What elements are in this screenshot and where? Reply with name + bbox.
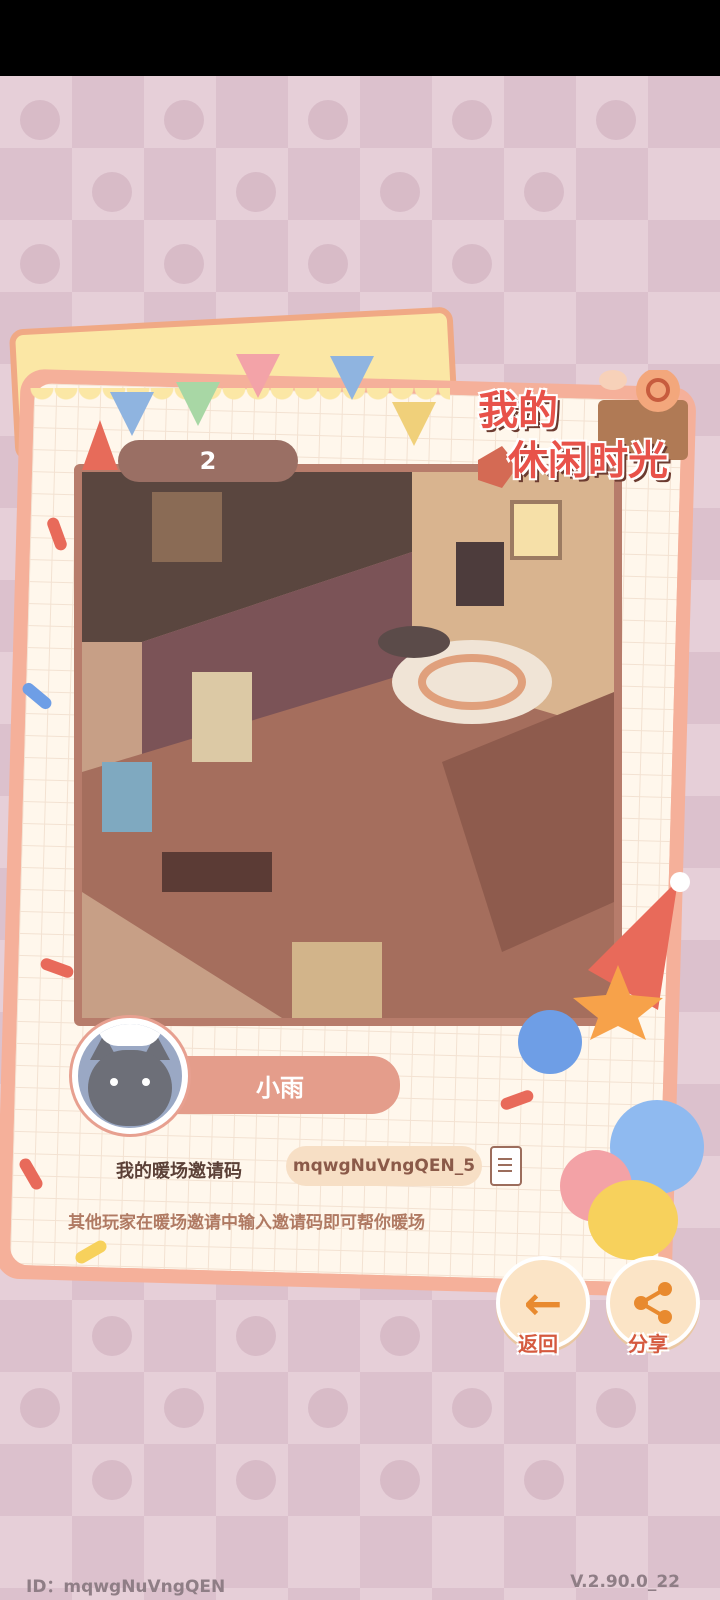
arrow-left-icon: ← (523, 1276, 563, 1330)
background-motif (164, 100, 204, 140)
player-id: ID：mqwgNuVngQEN (26, 1577, 226, 1597)
game-logo: 我的 休闲时光 (478, 370, 698, 500)
background-motif (236, 172, 276, 212)
background-motif (380, 1316, 420, 1356)
background-motif (308, 100, 348, 140)
background-motif (92, 1460, 132, 1500)
player-name: 小雨 (256, 1073, 304, 1102)
party-hat-star-icon (573, 872, 690, 1040)
status-bar (0, 0, 720, 76)
background-motif (380, 172, 420, 212)
background-motif (20, 244, 60, 284)
background-motif (236, 1460, 276, 1500)
background-motif (524, 172, 564, 212)
share-icon (634, 1282, 672, 1324)
bunting-flag (176, 382, 220, 426)
room-scene-image (74, 464, 622, 1026)
logo-line-2: 休闲时光 (508, 438, 668, 484)
cat-eye (110, 1078, 118, 1086)
background-motif (236, 1316, 276, 1356)
background-motif (596, 100, 636, 140)
background-motif (92, 172, 132, 212)
avatar[interactable] (72, 1018, 188, 1134)
background-motif (92, 1316, 132, 1356)
bunting-flag (236, 354, 280, 398)
invite-code-value[interactable]: mqwgNuVngQEN_5 (286, 1146, 482, 1186)
background-motif (20, 100, 60, 140)
level-badge: 2 (118, 440, 298, 482)
cat-face (88, 1050, 172, 1126)
background-motif (20, 1388, 60, 1428)
player-name-bar: 小雨 (160, 1056, 400, 1114)
background-motif (452, 1388, 492, 1428)
chef-cap (98, 1024, 162, 1046)
background-motif (164, 244, 204, 284)
background-motif (524, 1460, 564, 1500)
balloon (588, 1180, 678, 1260)
bunting-flag (392, 402, 436, 446)
background-motif (308, 244, 348, 284)
background-motif (452, 244, 492, 284)
cat-eye (142, 1078, 150, 1086)
invite-code-label: 我的暖场邀请码 (116, 1161, 242, 1182)
background-motif (380, 1460, 420, 1500)
version-label: V.2.90.0_22 (570, 1572, 680, 1592)
party-hat-icon (82, 420, 118, 470)
room-illustration (82, 472, 614, 1018)
background-motif (164, 1388, 204, 1428)
bunting-flag (330, 356, 374, 400)
invite-hint: 其他玩家在暖场邀请中输入邀请码即可帮你暖场 (68, 1213, 425, 1233)
share-button-label: 分享 (628, 1332, 668, 1356)
back-button-label: 返回 (518, 1332, 558, 1356)
copy-icon[interactable] (490, 1146, 522, 1186)
background-motif (452, 100, 492, 140)
background-motif (308, 1388, 348, 1428)
background-motif (596, 1388, 636, 1428)
